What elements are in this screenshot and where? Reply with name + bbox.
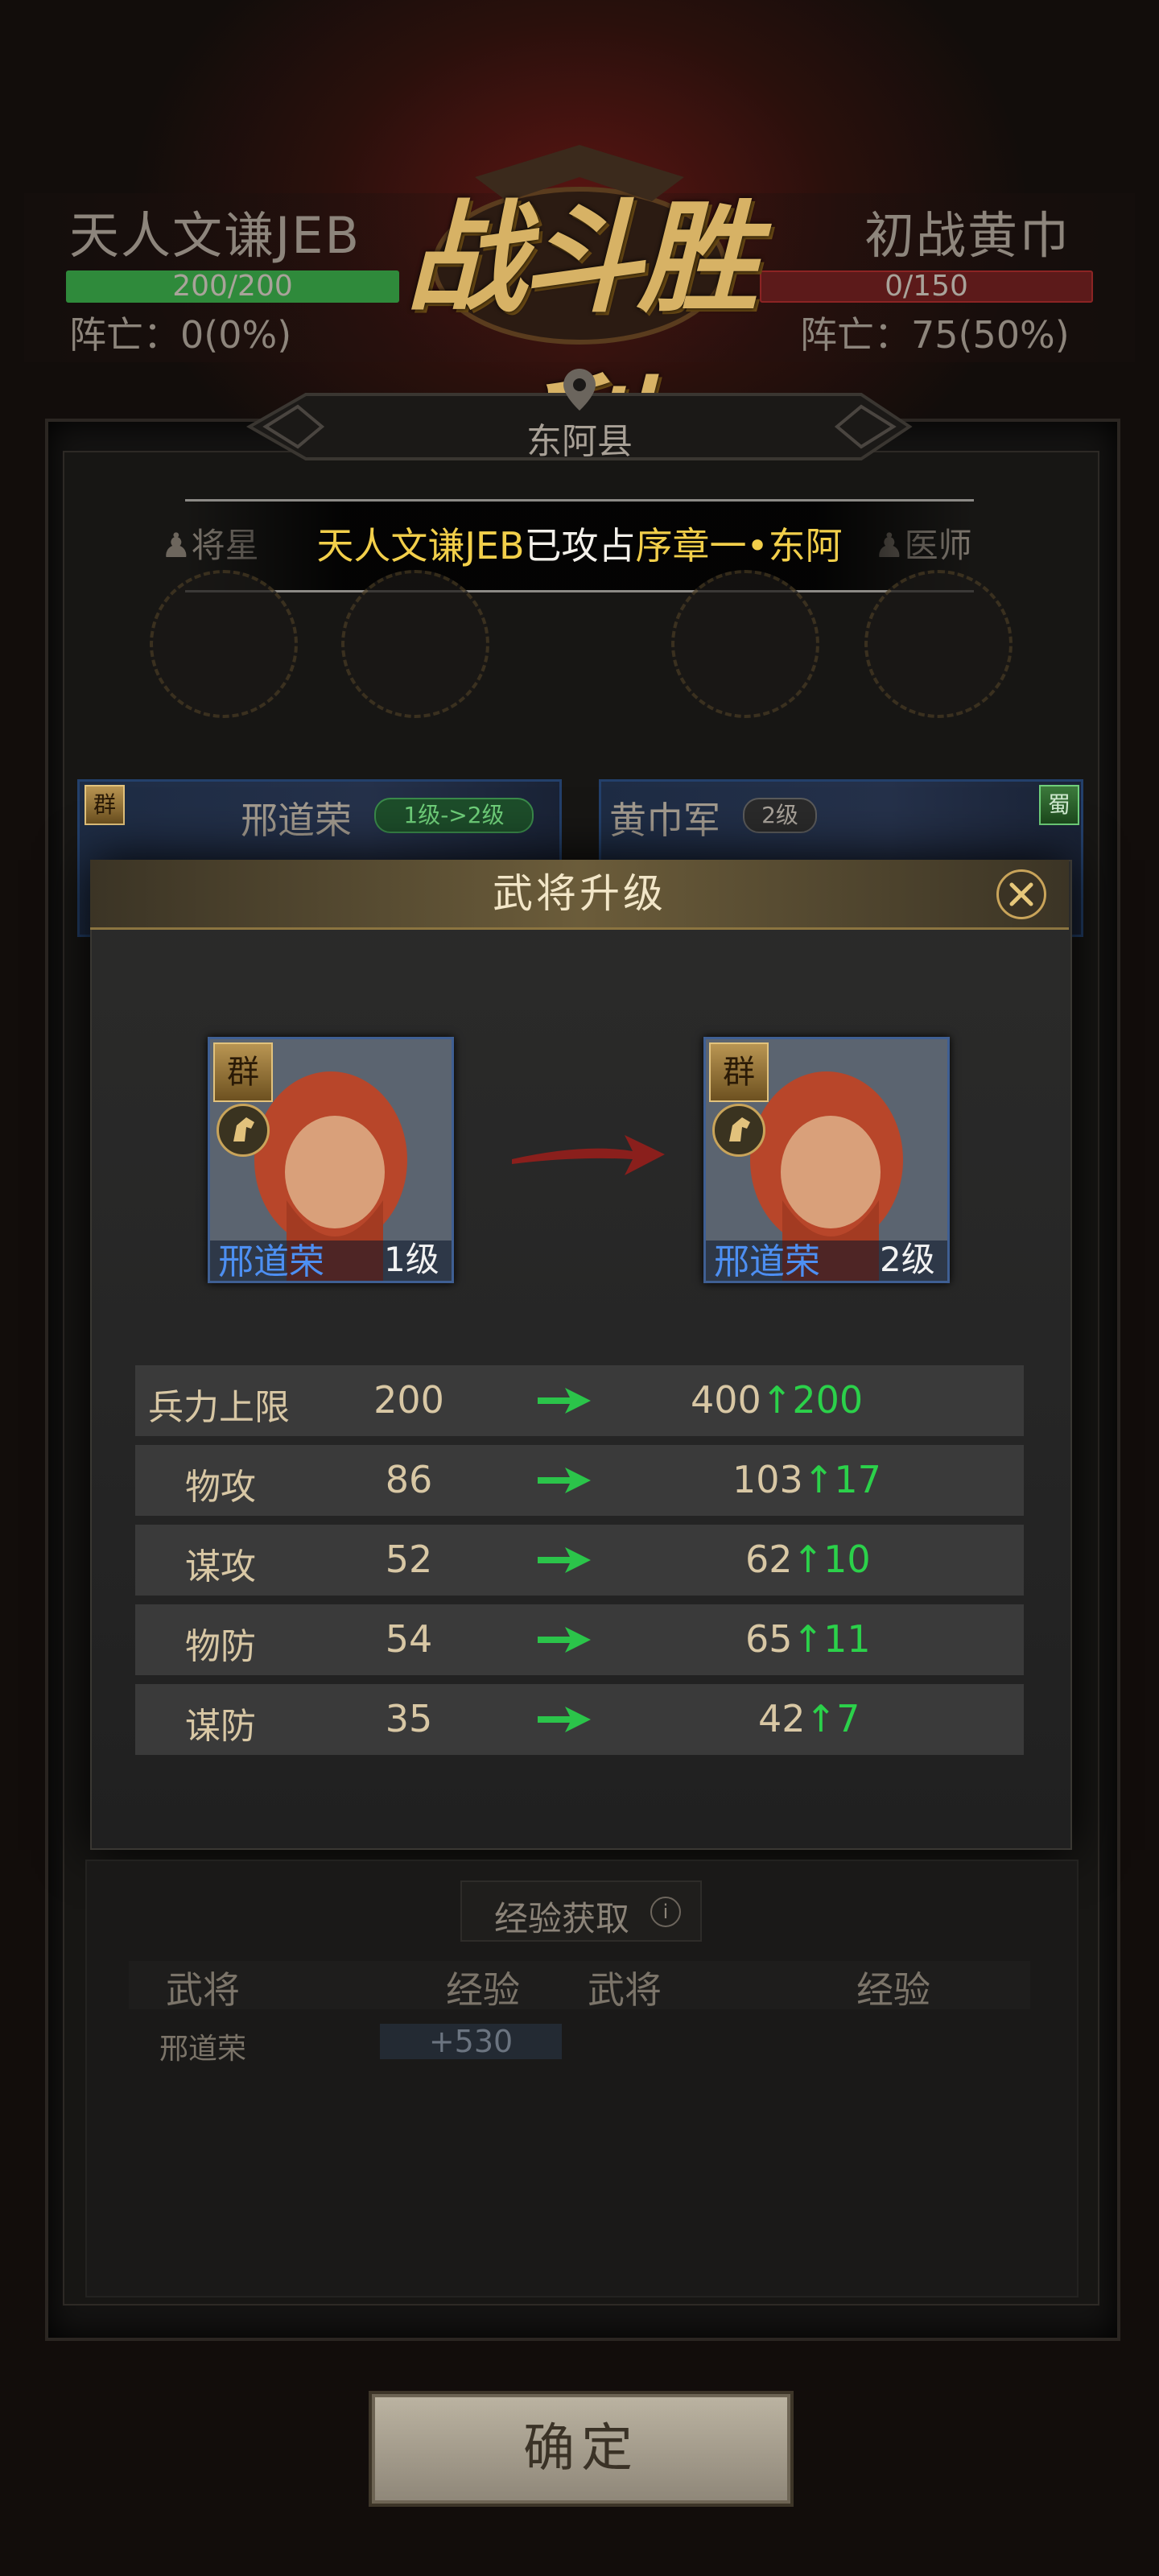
confirm-label: 确定 bbox=[523, 2419, 639, 2479]
stat-increase: 200 bbox=[792, 1378, 864, 1422]
empty-slot bbox=[864, 570, 1013, 718]
exp-value: +530 bbox=[380, 2024, 562, 2059]
stat-new-group: 400↑200 bbox=[691, 1378, 863, 1422]
stat-name: 谋防 bbox=[185, 1706, 256, 1747]
stat-old: 200 bbox=[373, 1378, 444, 1422]
info-icon[interactable]: i bbox=[650, 1897, 681, 1927]
stat-new: 400 bbox=[691, 1378, 761, 1422]
stat-name: 兵力上限 bbox=[148, 1387, 290, 1428]
green-arrow-icon bbox=[538, 1388, 591, 1414]
horse-icon bbox=[729, 1117, 750, 1141]
level-badge: 2级 bbox=[743, 798, 817, 833]
hero-portrait-before: 群 邢道荣 1级 bbox=[208, 1037, 454, 1283]
announcement-player: 天人文谦JEB bbox=[316, 524, 525, 568]
faction-badge: 群 bbox=[213, 1042, 273, 1102]
general-name: 邢道荣 bbox=[241, 799, 352, 842]
close-button[interactable] bbox=[996, 869, 1046, 919]
level-badge: 1级->2级 bbox=[374, 798, 534, 833]
column-general: 武将 bbox=[166, 1968, 240, 2012]
stat-new-group: 103↑17 bbox=[732, 1458, 881, 1501]
cavalry-icon bbox=[712, 1104, 765, 1157]
hero-name: 邢道荣 bbox=[218, 1241, 324, 1282]
hero-level: 2级 bbox=[880, 1240, 935, 1279]
stat-increase: 7 bbox=[836, 1697, 860, 1740]
stat-row: 谋防 35 42↑7 bbox=[135, 1684, 1024, 1755]
increase-arrow-icon: ↑ bbox=[805, 1697, 837, 1740]
stat-row: 物防 54 65↑11 bbox=[135, 1604, 1024, 1675]
stat-name: 物攻 bbox=[185, 1467, 256, 1508]
stat-increase: 17 bbox=[834, 1458, 881, 1501]
location-pin-icon bbox=[563, 369, 596, 411]
empty-slot bbox=[671, 570, 819, 718]
right-troop-count: 0/150 bbox=[885, 270, 968, 303]
upgrade-arrow-icon bbox=[512, 1135, 665, 1175]
stat-row: 谋攻 52 62↑10 bbox=[135, 1525, 1024, 1596]
left-troop-count: 200/200 bbox=[172, 270, 293, 303]
stat-name: 谋攻 bbox=[185, 1546, 256, 1587]
stat-new: 103 bbox=[732, 1458, 803, 1501]
exp-general-name: 邢道荣 bbox=[159, 2033, 247, 2066]
increase-arrow-icon: ↑ bbox=[792, 1538, 824, 1581]
confirm-button[interactable]: 确定 bbox=[369, 2391, 794, 2507]
left-side-name: 天人文谦JEB bbox=[69, 206, 361, 265]
green-arrow-icon bbox=[538, 1468, 591, 1493]
experience-row: 邢道荣 +530 bbox=[129, 2019, 1030, 2067]
empty-slot bbox=[341, 570, 489, 718]
stat-new: 42 bbox=[758, 1697, 806, 1740]
stat-old: 35 bbox=[385, 1697, 433, 1740]
stat-name: 物防 bbox=[185, 1626, 256, 1667]
location-name: 东阿县 bbox=[526, 421, 633, 462]
announcement-text: 天人文谦JEB已攻占序章一•东阿 bbox=[185, 502, 974, 599]
left-dead-count: 阵亡：0(0%) bbox=[69, 313, 292, 357]
hero-portrait-after: 群 邢道荣 2级 bbox=[703, 1037, 950, 1283]
stat-old: 54 bbox=[385, 1617, 433, 1661]
column-general-2: 武将 bbox=[588, 1968, 662, 2012]
increase-arrow-icon: ↑ bbox=[761, 1378, 793, 1422]
stat-row: 物攻 86 103↑17 bbox=[135, 1445, 1024, 1516]
stat-increase: 11 bbox=[823, 1617, 871, 1661]
green-arrow-icon bbox=[538, 1627, 591, 1653]
stat-old: 52 bbox=[385, 1538, 433, 1581]
victory-emblem: 战斗胜利 bbox=[378, 145, 781, 504]
stat-old: 86 bbox=[385, 1458, 433, 1501]
stat-increase: 10 bbox=[823, 1538, 871, 1581]
stat-new: 65 bbox=[745, 1617, 793, 1661]
right-dead-count: 阵亡：75(50%) bbox=[800, 313, 1070, 357]
capture-announcement: 天人文谦JEB已攻占序章一•东阿 bbox=[185, 499, 974, 592]
stat-new-group: 65↑11 bbox=[745, 1617, 871, 1661]
stat-new: 62 bbox=[745, 1538, 793, 1581]
hero-name: 邢道荣 bbox=[714, 1241, 820, 1282]
experience-header: 经验获取 i bbox=[460, 1880, 702, 1942]
cavalry-icon bbox=[217, 1104, 270, 1157]
hero-level: 1级 bbox=[384, 1240, 439, 1279]
faction-badge: 群 bbox=[85, 785, 125, 825]
experience-title: 经验获取 bbox=[494, 1899, 630, 1938]
horse-icon bbox=[233, 1117, 254, 1141]
faction-badge: 群 bbox=[709, 1042, 769, 1102]
column-exp-2: 经验 bbox=[856, 1968, 930, 2012]
stat-new-group: 62↑10 bbox=[745, 1538, 871, 1581]
right-side-name: 初战黄巾 bbox=[864, 206, 1071, 265]
green-arrow-icon bbox=[538, 1707, 591, 1732]
modal-title: 武将升级 bbox=[493, 870, 666, 917]
experience-column-header: 武将 经验 武将 经验 bbox=[129, 1961, 1030, 2012]
increase-arrow-icon: ↑ bbox=[802, 1458, 835, 1501]
column-exp: 经验 bbox=[446, 1968, 520, 2012]
empty-slot bbox=[150, 570, 298, 718]
green-arrow-icon bbox=[538, 1547, 591, 1573]
increase-arrow-icon: ↑ bbox=[792, 1617, 824, 1661]
stat-new-group: 42↑7 bbox=[758, 1697, 860, 1740]
general-name: 黄巾军 bbox=[609, 799, 720, 842]
stat-row: 兵力上限 200 400↑200 bbox=[135, 1365, 1024, 1436]
close-icon bbox=[1009, 882, 1033, 906]
announcement-verb: 已攻占 bbox=[524, 524, 636, 568]
announcement-target: 序章一•东阿 bbox=[635, 524, 843, 568]
faction-badge: 蜀 bbox=[1039, 785, 1079, 825]
